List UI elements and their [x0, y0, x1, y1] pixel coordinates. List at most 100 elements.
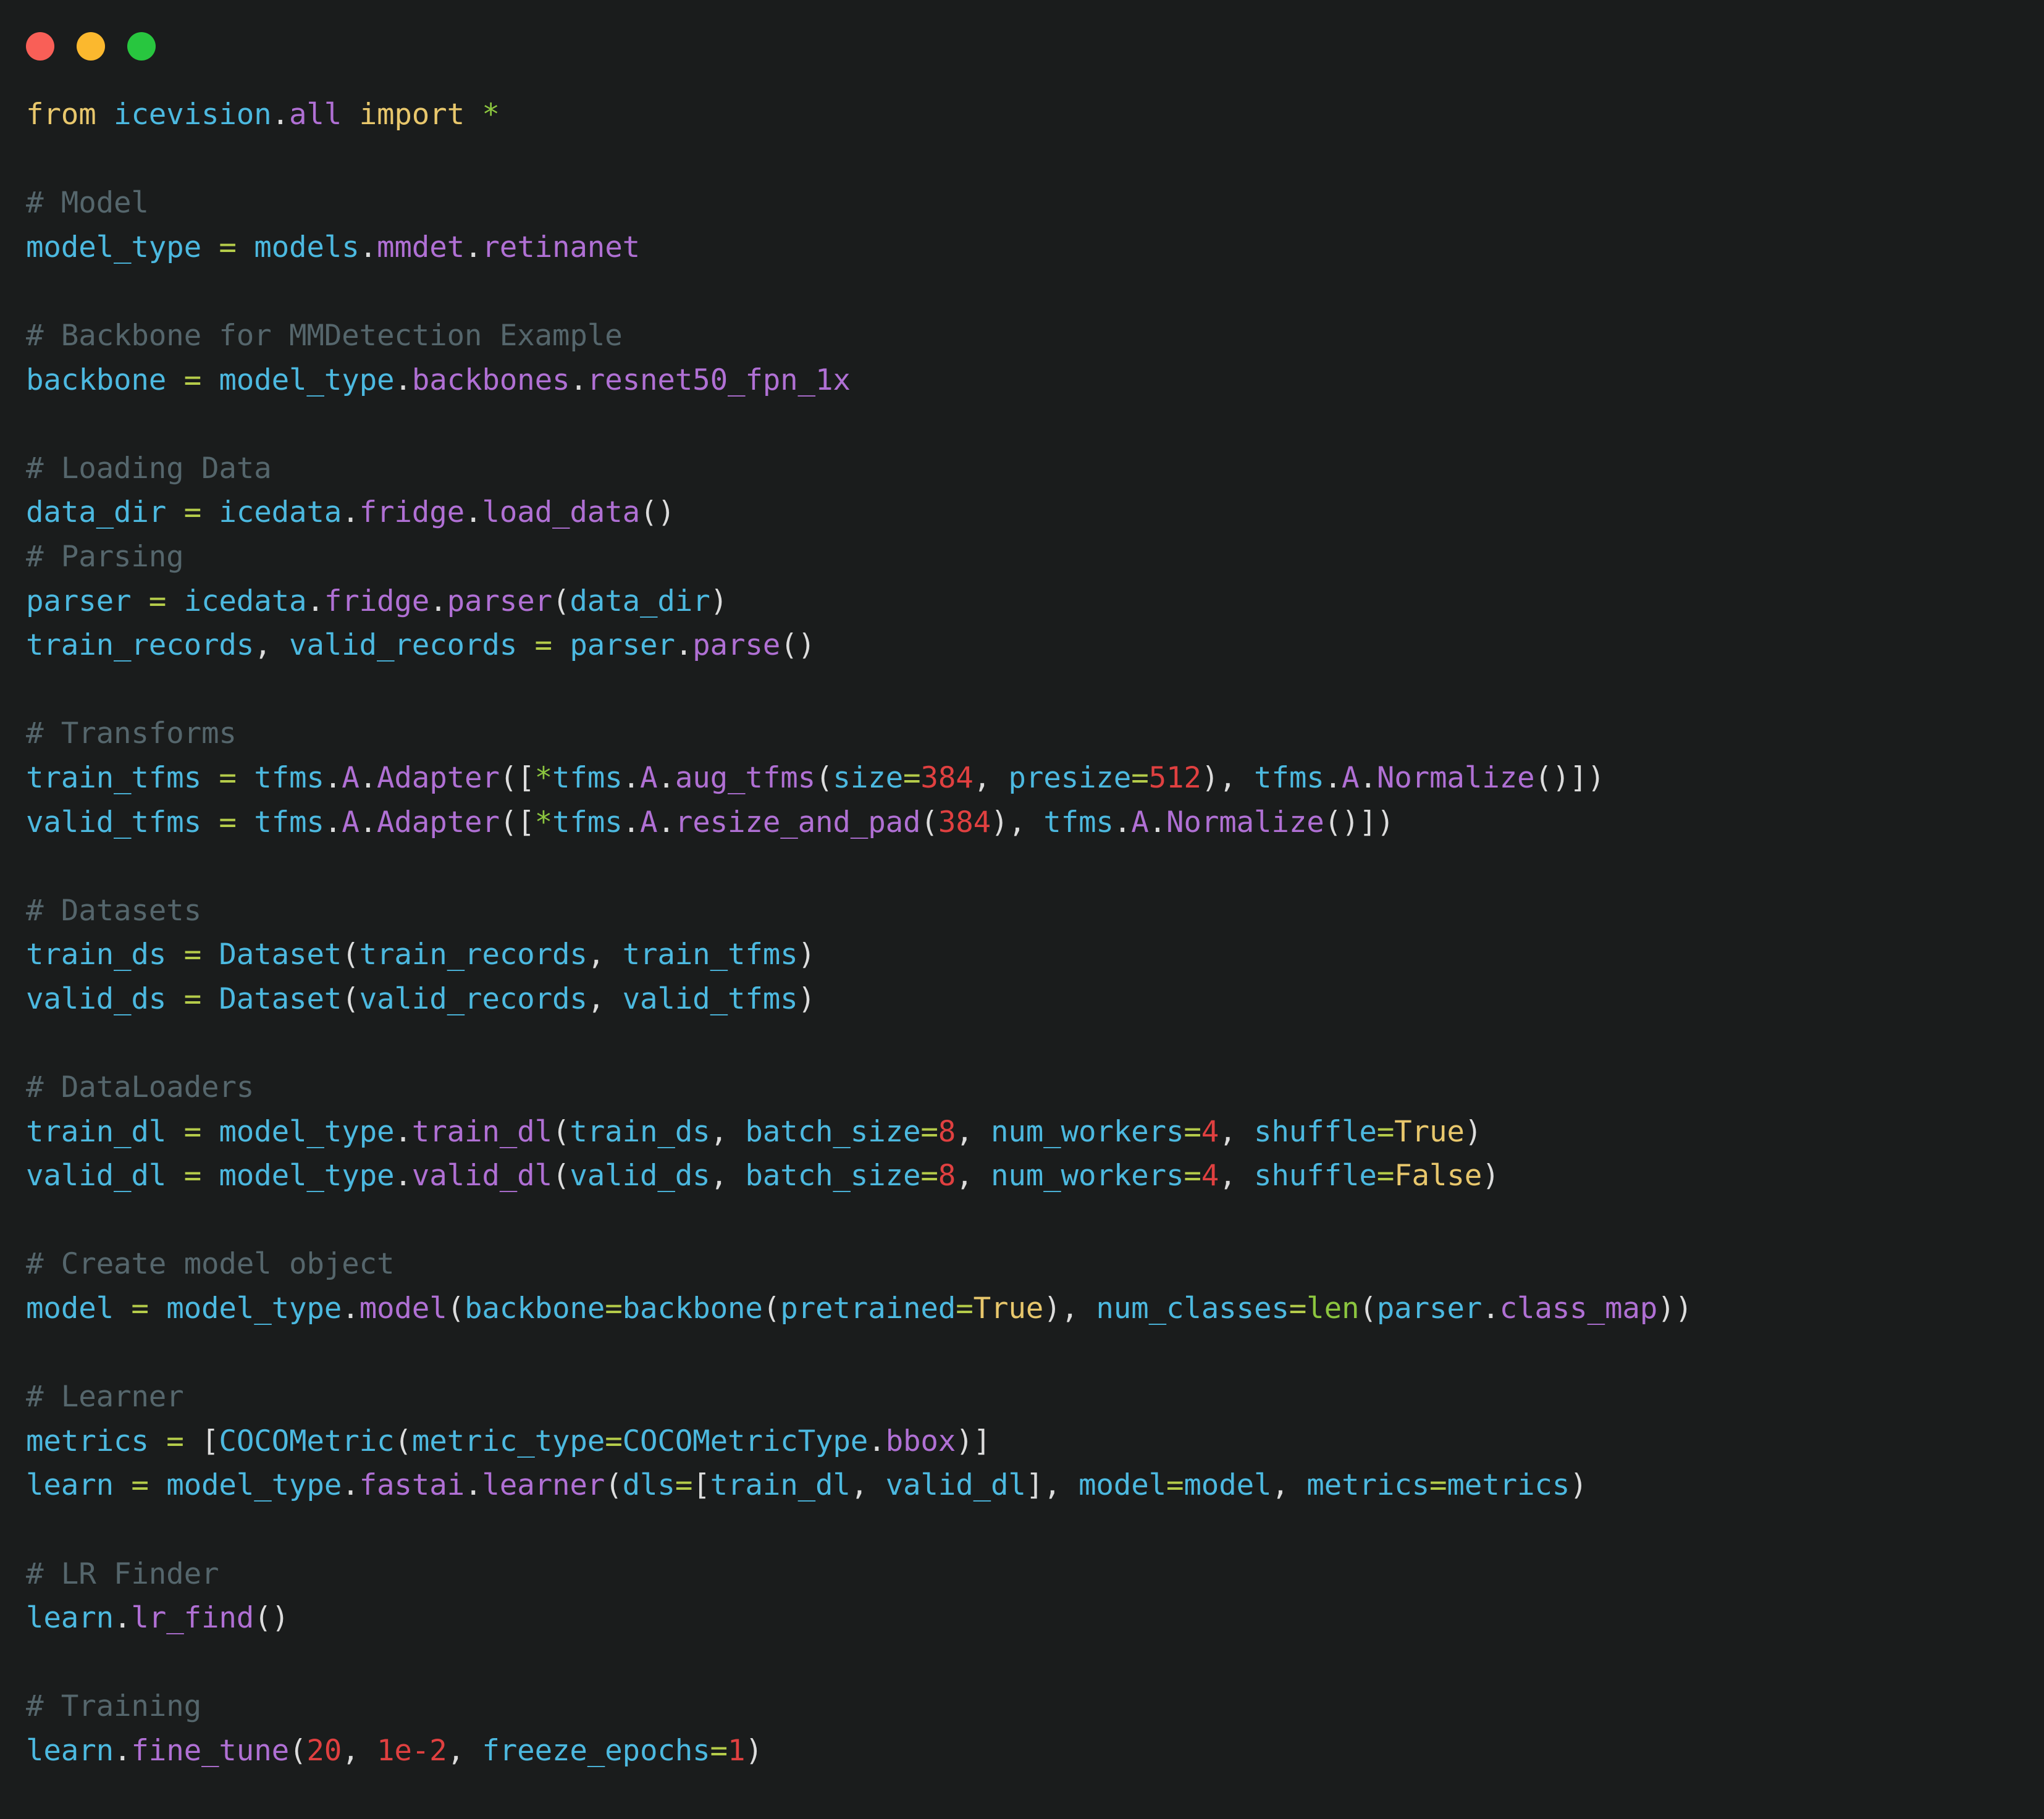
code-token-var: num_workers: [991, 1115, 1184, 1149]
code-token-op: =: [920, 1159, 938, 1193]
code-token-attr: Adapter: [377, 805, 500, 839]
code-token-pun: [201, 982, 219, 1016]
code-token-op: =: [1377, 1115, 1394, 1149]
code-token-var: train_tfms: [26, 761, 201, 795]
code-line: [26, 1508, 2044, 1552]
code-line: # Transforms: [26, 712, 2044, 756]
code-token-pun: )): [1657, 1292, 1693, 1325]
code-token-var: pretrained: [780, 1292, 956, 1325]
code-line: learn = model_type.fastai.learner(dls=[t…: [26, 1463, 2044, 1508]
code-token-pun: [149, 1292, 166, 1325]
code-token-var: data_dir: [26, 495, 166, 529]
maximize-button-icon[interactable]: [127, 32, 156, 61]
code-token-pun: [201, 495, 219, 529]
code-line: # DataLoaders: [26, 1065, 2044, 1110]
code-token-attr: A: [640, 761, 657, 795]
code-token-pun: [166, 1159, 183, 1193]
code-token-var: shuffle: [1254, 1115, 1377, 1149]
minimize-button-icon[interactable]: [77, 32, 105, 61]
code-token-attr: load_data: [482, 495, 640, 529]
code-token-attr: A: [1342, 761, 1359, 795]
code-token-pun: ,: [851, 1468, 886, 1502]
code-line: # Training: [26, 1684, 2044, 1729]
code-token-bi: len: [1306, 1292, 1359, 1325]
code-token-com: # Datasets: [26, 894, 201, 928]
code-line: # Datasets: [26, 889, 2044, 933]
code-line: [26, 668, 2044, 712]
code-token-pun: (: [815, 761, 833, 795]
code-token-var: batch_size: [745, 1115, 920, 1149]
code-token-attr: fine_tune: [131, 1734, 289, 1768]
code-token-var: models: [254, 230, 359, 264]
code-line: train_records, valid_records = parser.pa…: [26, 623, 2044, 668]
code-token-var: valid_records: [289, 628, 517, 662]
code-token-pun: .: [324, 761, 342, 795]
code-token-op: =: [131, 1468, 148, 1502]
code-token-bi: *: [535, 761, 552, 795]
code-token-var: train_dl: [710, 1468, 851, 1502]
code-token-pun: ,: [956, 1159, 991, 1193]
code-token-var: model_type: [166, 1468, 342, 1502]
code-token-op: =: [903, 761, 920, 795]
code-token-attr: bbox: [886, 1424, 956, 1458]
code-token-pun: [131, 584, 148, 618]
code-token-var: tfms: [1254, 761, 1324, 795]
code-token-var: num_workers: [991, 1159, 1184, 1193]
window-titlebar: [0, 0, 2044, 93]
code-line: [26, 402, 2044, 447]
code-line: valid_ds = Dataset(valid_records, valid_…: [26, 977, 2044, 1022]
code-token-var: learn: [26, 1468, 114, 1502]
code-token-pun: [166, 982, 183, 1016]
code-line: # Backbone for MMDetection Example: [26, 314, 2044, 358]
code-token-com: # DataLoaders: [26, 1070, 254, 1104]
code-token-pun: [201, 761, 219, 795]
code-token-var: num_classes: [1096, 1292, 1289, 1325]
code-line: # Parsing: [26, 535, 2044, 579]
code-token-kw: from: [26, 98, 96, 132]
close-button-icon[interactable]: [26, 32, 54, 61]
code-token-var: valid_dl: [886, 1468, 1026, 1502]
code-token-op: =: [1429, 1468, 1447, 1502]
code-token-bi: *: [535, 805, 552, 839]
code-token-op: =: [184, 982, 201, 1016]
code-token-pun: ()]): [1534, 761, 1605, 795]
code-token-pun: [184, 1424, 201, 1458]
code-token-pun: ],: [1026, 1468, 1079, 1502]
code-token-var: dls: [623, 1468, 675, 1502]
code-token-var: valid_tfms: [623, 982, 798, 1016]
code-token-var: icevision: [114, 98, 272, 132]
code-token-op: =: [219, 805, 236, 839]
code-line: learn.fine_tune(20, 1e-2, freeze_epochs=…: [26, 1729, 2044, 1773]
code-token-var: tfms: [254, 805, 324, 839]
code-token-attr: Normalize: [1166, 805, 1324, 839]
code-token-pun: ,: [974, 761, 1009, 795]
code-line: # Learner: [26, 1375, 2044, 1419]
code-line: [26, 844, 2044, 889]
code-token-pun: .: [342, 1292, 359, 1325]
code-token-pun: .: [570, 363, 587, 397]
code-token-var: model: [26, 1292, 114, 1325]
code-screenshot-window: from icevision.all import * # Modelmodel…: [0, 0, 2044, 1819]
code-token-attr: train_dl: [412, 1115, 552, 1149]
code-token-attr: Normalize: [1377, 761, 1535, 795]
code-token-pun: (): [640, 495, 675, 529]
code-token-pun: .: [1114, 805, 1131, 839]
code-token-pun: .: [360, 805, 377, 839]
code-token-attr: learner: [482, 1468, 605, 1502]
code-token-num: 20: [306, 1734, 342, 1768]
code-token-pun: ()]): [1324, 805, 1395, 839]
code-token-kw: import: [360, 98, 465, 132]
code-token-pun: [114, 1292, 131, 1325]
code-line: valid_tfms = tfms.A.Adapter([*tfms.A.res…: [26, 800, 2044, 845]
code-token-pun: .: [394, 363, 411, 397]
code-line: [26, 137, 2044, 182]
code-token-pun: .: [1359, 761, 1376, 795]
code-line: parser = icedata.fridge.parser(data_dir): [26, 579, 2044, 624]
code-token-pun: [166, 584, 183, 618]
code-token-com: # Transforms: [26, 716, 237, 750]
code-token-pun: .: [360, 230, 377, 264]
code-token-op: =: [710, 1734, 728, 1768]
code-token-op: =: [1184, 1115, 1201, 1149]
code-token-op: =: [219, 761, 236, 795]
code-token-attr: valid_dl: [412, 1159, 552, 1193]
